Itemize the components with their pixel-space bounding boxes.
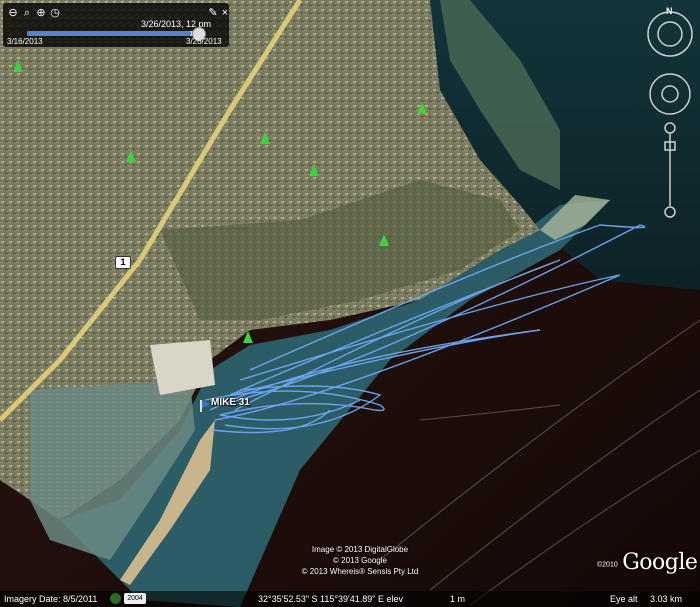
attribution-line-2: © 2013 Google [333, 556, 387, 565]
zoom-in-icon[interactable]: ⊕ [35, 7, 47, 19]
zoom-out-icon[interactable]: ⊖ [7, 7, 19, 19]
compass-icon[interactable] [647, 11, 693, 57]
imagery-date: Imagery Date: 8/5/2011 [4, 594, 98, 604]
logo-text: Google [622, 550, 698, 575]
close-icon[interactable]: × [219, 7, 231, 19]
time-start-date: 3/16/2013 [7, 37, 43, 46]
navigation-controls: N [644, 6, 696, 246]
road-shield-icon: 1 [115, 256, 131, 269]
placemark-label[interactable]: MIKE 31 [211, 397, 250, 408]
eye-alt-value: 3.03 km [650, 594, 683, 604]
clock-icon[interactable]: ◷ [49, 7, 61, 19]
salt-flat [150, 340, 215, 395]
time-slider-panel: ⊖ ⌕ ⊕ ◷ ✎ × 3/26/2013, 12 pm 3/16/2013 3… [3, 3, 229, 47]
historical-imagery-icon[interactable] [110, 593, 121, 604]
attribution-line-3: © 2013 Whereis® Sensis Pty Ltd [301, 567, 419, 576]
time-slider-track[interactable] [27, 31, 203, 36]
logo-year: ©2010 [597, 561, 618, 569]
time-slider-fill [27, 31, 191, 36]
wrench-icon[interactable]: ✎ [207, 7, 219, 19]
map-viewport[interactable]: ⊖ ⌕ ⊕ ◷ ✎ × 3/26/2013, 12 pm 3/16/2013 3… [0, 0, 700, 607]
status-bar: Imagery Date: 8/5/2011 2004 32°35'52.53"… [0, 591, 700, 607]
satellite-map[interactable] [0, 0, 700, 607]
elevation-readout: 1 m [450, 594, 466, 604]
eye-alt-label: Eye alt [610, 594, 638, 604]
zoom-slider-icon[interactable] [664, 122, 676, 218]
google-logo: ©2010 Google [597, 550, 698, 575]
historical-year-box[interactable]: 2004 [124, 593, 146, 604]
coordinates-readout: 32°35'52.53" S 115°39'41.89" E elev [258, 594, 403, 604]
pan-icon[interactable] [649, 73, 691, 115]
time-end-date: 3/26/2013 [186, 37, 222, 46]
attribution-line-1: Image © 2013 DigitalGlobe [311, 545, 409, 554]
search-icon[interactable]: ⌕ [21, 7, 33, 19]
